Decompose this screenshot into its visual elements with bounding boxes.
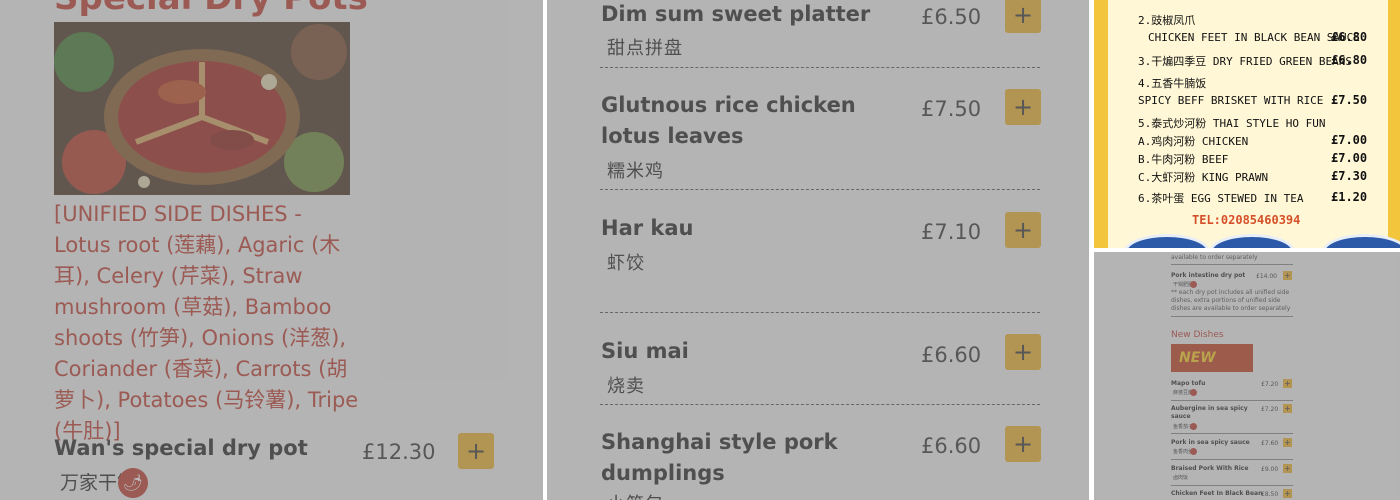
unified-side-dishes-text: [UNIFIED SIDE DISHES - Lotus root (莲藕), … — [54, 202, 359, 443]
mobile-menu-thumbnail: available to order separately Pork intes… — [1094, 252, 1400, 500]
menu-item-name: Aubergine in sea spicy sauce — [1171, 405, 1248, 420]
add-to-cart-button[interactable]: + — [1283, 271, 1292, 280]
menu-line: 2.豉椒凤爪 — [1138, 14, 1196, 27]
note-text: available to order separately — [1171, 254, 1258, 261]
menu-line: 5.泰式炒河粉 THAI STYLE HO FUN — [1138, 117, 1326, 130]
add-to-cart-button[interactable]: + — [1005, 334, 1041, 370]
menu-divider — [1171, 459, 1293, 460]
chili-icon: 🌶 — [118, 468, 148, 498]
menu-line-price: £7.00 — [1331, 133, 1368, 147]
section-title: Special Dry Pots — [54, 0, 368, 18]
menu-line-price: £7.50 — [1331, 93, 1368, 107]
menu-divider — [1171, 485, 1293, 486]
menu-line: 3.干煸四季豆 DRY FRIED GREEN BEANS — [1138, 55, 1352, 68]
menu-item-price: £7.20 — [1261, 406, 1279, 413]
new-dishes-banner: NEW — [1171, 344, 1253, 372]
menu-item-chinese: 糯米鸡 — [607, 161, 664, 182]
menu-item-price: £7.20 — [1261, 381, 1279, 388]
menu-item-price: £14.00 — [1256, 273, 1277, 280]
menu-divider — [600, 189, 1040, 190]
add-to-cart-button[interactable]: + — [458, 433, 494, 469]
menu-line: B.牛肉河粉 BEEF — [1138, 153, 1229, 166]
add-to-cart-button[interactable]: + — [1005, 426, 1041, 462]
menu-line-price: £6.80 — [1331, 30, 1368, 44]
chili-icon — [1190, 423, 1197, 430]
menu-item-name: Mapo tofu — [1171, 380, 1206, 387]
add-to-cart-button[interactable]: + — [1283, 489, 1292, 498]
menu-line-price: £7.00 — [1331, 151, 1368, 165]
menu-item-price: £6.60 — [921, 343, 982, 367]
chili-icon — [1190, 281, 1197, 288]
dish-name: Wan's special dry pot — [54, 436, 308, 460]
menu-item-chinese: 卤肉饭 — [1173, 475, 1189, 481]
menu-item-chinese: 虾饺 — [607, 253, 645, 274]
menu-line-price: £6.80 — [1331, 53, 1368, 67]
menu-line: 6.茶叶蛋 EGG STEWED IN TEA — [1138, 192, 1304, 205]
banner-text: NEW — [1179, 350, 1216, 366]
menu-divider — [1171, 433, 1293, 434]
menu-item-name: Siu mai — [601, 339, 689, 363]
menu-item-name: Chicken Feet In Black Bean — [1171, 490, 1263, 497]
printed-menu-card: 2.豉椒凤爪 CHICKEN FEET IN BLACK BEAN SAUCE … — [1094, 0, 1400, 248]
menu-item-price: £7.10 — [921, 220, 982, 244]
chili-icon — [1190, 448, 1197, 455]
menu-item-name: Dim sum sweet platter — [601, 2, 871, 26]
chili-icon — [1190, 389, 1197, 396]
menu-item-name: Glutnous rice chicken lotus leaves — [601, 93, 856, 148]
menu-divider — [600, 312, 1040, 313]
menu-line-price: £1.20 — [1331, 190, 1368, 204]
add-to-cart-button[interactable]: + — [1005, 212, 1041, 248]
menu-line: CHICKEN FEET IN BLACK BEAN SAUCE — [1148, 31, 1360, 44]
menu-divider — [1171, 400, 1293, 401]
add-to-cart-button[interactable]: + — [1005, 89, 1041, 125]
menu-item-chinese: 甜点拼盘 — [607, 38, 683, 59]
menu-item-chinese: 烧卖 — [607, 376, 645, 397]
note-text: ** each dry pot includes all unified sid… — [1171, 289, 1291, 312]
menu-item-price: £6.50 — [921, 5, 982, 29]
add-to-cart-button[interactable]: + — [1283, 438, 1292, 447]
menu-item-price: £8.50 — [1261, 491, 1279, 498]
menu-item-price: £6.60 — [921, 434, 982, 458]
telephone-number: TEL:02085460394 — [1192, 213, 1301, 227]
menu-panel-dim-sum: Dim sum sweet platter £6.50 + 甜点拼盘 Glutn… — [547, 0, 1089, 500]
menu-item-price: £7.60 — [1261, 440, 1279, 447]
menu-divider — [1171, 316, 1293, 317]
menu-divider — [1171, 264, 1293, 265]
menu-line-price: £7.30 — [1331, 169, 1368, 183]
menu-item-name: Har kau — [601, 216, 694, 240]
dry-pot-photo — [54, 22, 350, 195]
menu-item-name: Braised Pork With Rice — [1171, 465, 1249, 472]
menu-item-name: Pork in sea spicy sauce — [1171, 439, 1250, 446]
menu-line: C.大虾河粉 KING PRAWN — [1138, 171, 1269, 184]
add-to-cart-button[interactable]: + — [1283, 464, 1292, 473]
menu-divider — [600, 404, 1040, 405]
add-to-cart-button[interactable]: + — [1005, 0, 1041, 33]
menu-line: 4.五香牛腩饭 — [1138, 77, 1207, 90]
menu-divider — [600, 67, 1040, 68]
add-to-cart-button[interactable]: + — [1283, 404, 1292, 413]
menu-item-name: Pork intestine dry pot — [1171, 272, 1246, 279]
add-to-cart-button[interactable]: + — [1283, 379, 1292, 388]
menu-line: A.鸡肉河粉 CHICKEN — [1138, 135, 1249, 148]
dish-price: £12.30 — [362, 440, 436, 464]
section-title: New Dishes — [1171, 330, 1224, 340]
menu-item-chinese: 小笼包 — [607, 490, 664, 500]
menu-panel-dry-pots: Special Dry Pots [UNIFIED SIDE DISHES - … — [0, 0, 543, 500]
menu-item-name: Shanghai style pork dumplings — [601, 430, 838, 485]
menu-item-price: £9.00 — [1261, 466, 1279, 473]
menu-line: SPICY BEFF BRISKET WITH RICE — [1138, 94, 1324, 107]
menu-item-price: £7.50 — [921, 97, 982, 121]
